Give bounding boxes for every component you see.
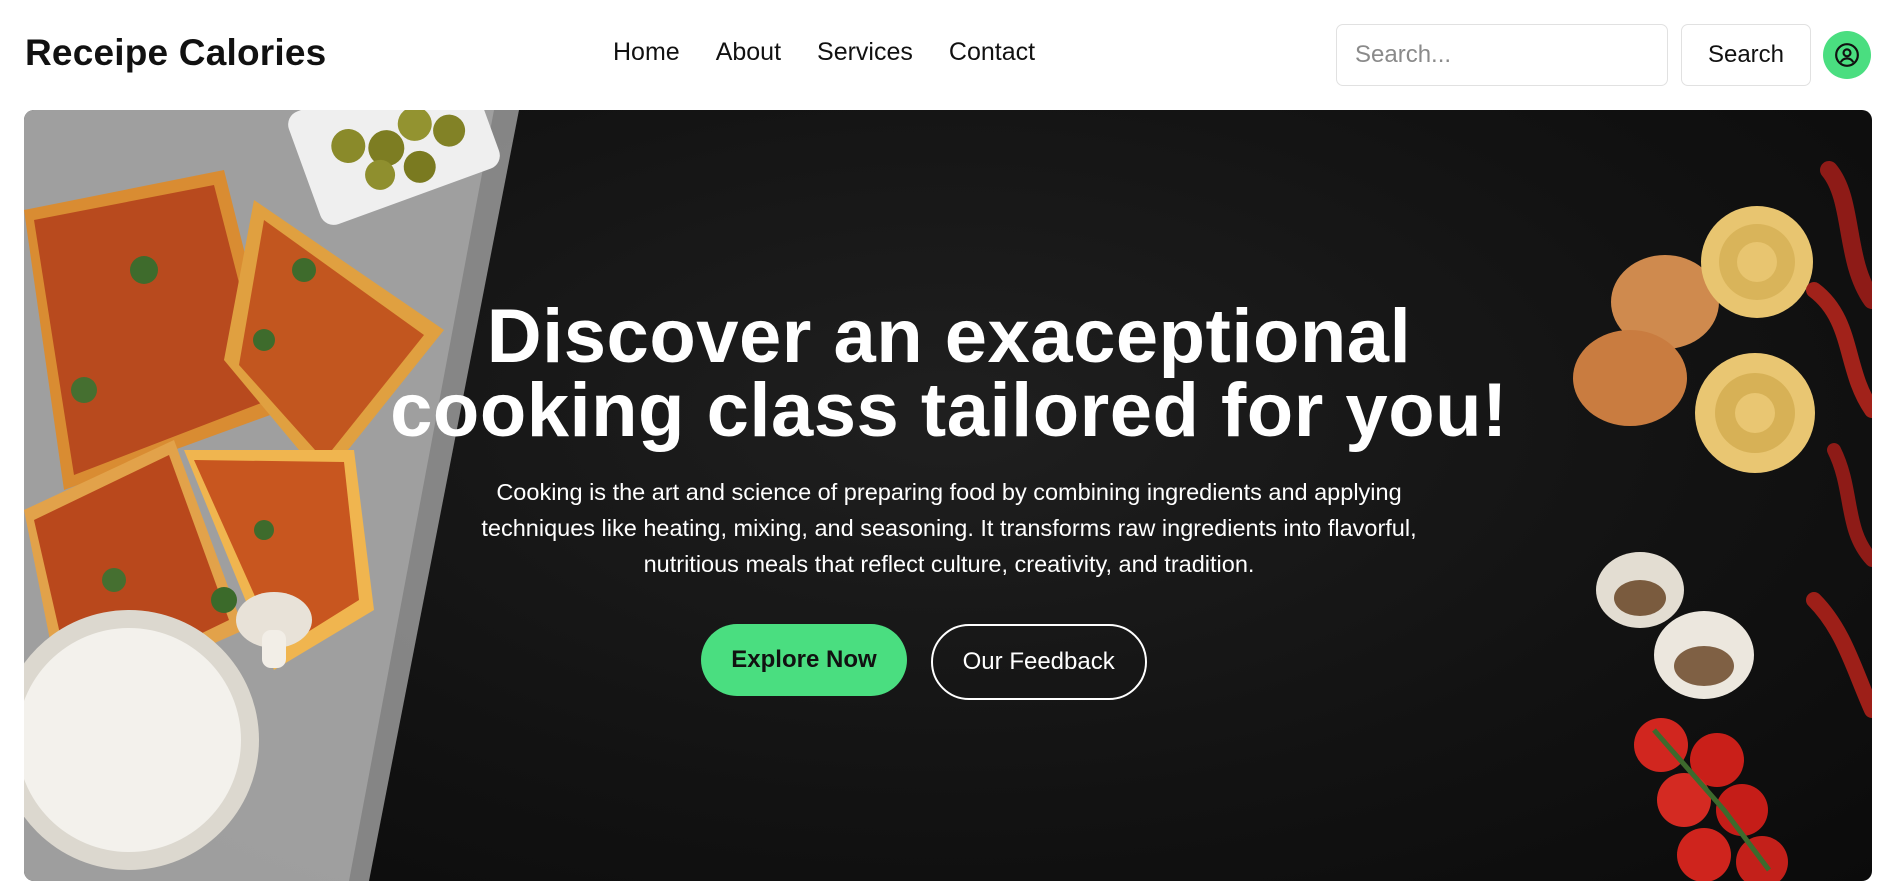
mushrooms-right — [1596, 552, 1754, 699]
user-account-button[interactable] — [1823, 31, 1871, 79]
hero-description-line: nutritious meals that reflect culture, c… — [643, 551, 1255, 577]
hero-title-line: Discover an exaceptional — [486, 294, 1412, 379]
explore-now-button[interactable]: Explore Now — [701, 624, 907, 696]
nav-link-contact[interactable]: Contact — [949, 38, 1035, 67]
hero-title-line: cooking class tailored for you! — [390, 368, 1508, 453]
hero-cta-group: Explore Now Our Feedback — [299, 624, 1549, 700]
brand-logo[interactable]: Receipe Calories — [25, 32, 326, 74]
navbar: Receipe Calories Home About Services Con… — [0, 0, 1899, 110]
hero-description-line: Cooking is the art and science of prepar… — [496, 479, 1402, 505]
hero-title: Discover an exaceptional cooking class t… — [324, 299, 1574, 449]
user-circle-icon — [1835, 43, 1859, 67]
pasta-nests — [1695, 206, 1815, 473]
hero-banner: Discover an exaceptional cooking class t… — [24, 110, 1872, 881]
chili-peppers — [1806, 161, 1872, 718]
hero-description: Cooking is the art and science of prepar… — [409, 474, 1489, 582]
nav-link-services[interactable]: Services — [817, 38, 913, 67]
search-input[interactable] — [1336, 24, 1668, 86]
our-feedback-button[interactable]: Our Feedback — [930, 624, 1147, 700]
nav-link-about[interactable]: About — [716, 38, 781, 67]
nav-links: Home About Services Contact — [613, 38, 1035, 67]
cherry-tomatoes — [1634, 718, 1788, 881]
nav-link-home[interactable]: Home — [613, 38, 680, 67]
hero-description-line: techniques like heating, mixing, and sea… — [481, 515, 1417, 541]
hero-content: Discover an exaceptional cooking class t… — [324, 299, 1574, 700]
search-button[interactable]: Search — [1681, 24, 1811, 86]
